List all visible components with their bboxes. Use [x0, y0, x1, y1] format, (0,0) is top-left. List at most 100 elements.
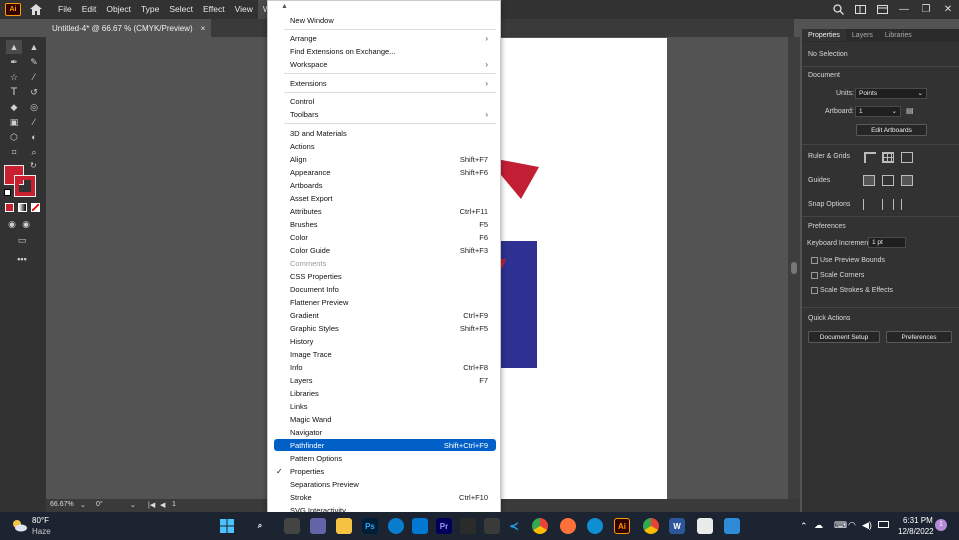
chrome-icon[interactable]	[532, 518, 548, 534]
snap-to-point-icon[interactable]	[863, 199, 875, 210]
search-icon[interactable]	[827, 0, 849, 19]
windows-start-icon[interactable]	[219, 518, 235, 534]
zoom-level[interactable]: 66.67%	[50, 501, 74, 508]
menu-item-align[interactable]: Align Shift+F7	[274, 153, 496, 165]
menu-item-links[interactable]: Links	[274, 400, 496, 412]
menu-view[interactable]: View	[230, 0, 258, 19]
scroll-up-icon[interactable]: ▲	[281, 3, 288, 10]
wifi-icon[interactable]: ◠	[848, 520, 856, 531]
photoshop-icon[interactable]: Ps	[362, 518, 378, 534]
star-tool-icon[interactable]: ☆	[6, 70, 22, 84]
weather-desc[interactable]: Haze	[32, 527, 51, 536]
free-transform-tool-icon[interactable]: ▣	[6, 115, 22, 129]
zoom-tool-icon[interactable]: ⌕	[26, 145, 42, 159]
show-guides-icon[interactable]	[863, 175, 875, 186]
grid-icon[interactable]	[882, 152, 894, 163]
blend-tool-icon[interactable]: ◐	[26, 130, 42, 144]
eraser-tool-icon[interactable]: ◆	[6, 100, 22, 114]
default-colors-icon[interactable]	[4, 189, 11, 196]
edge-icon[interactable]	[388, 518, 404, 534]
menu-item-new-window[interactable]: New Window	[274, 14, 496, 26]
search-icon[interactable]: ⌕	[252, 518, 268, 534]
rotate-tool-icon[interactable]: ↺	[26, 85, 42, 99]
tab-layers[interactable]: Layers	[846, 29, 879, 41]
edit-artboards-button[interactable]: Edit Artboards	[856, 124, 927, 136]
menu-select[interactable]: Select	[164, 0, 198, 19]
type-tool-icon[interactable]: T	[6, 85, 22, 99]
zoom-dropdown-icon[interactable]: ⌄	[80, 501, 86, 509]
menu-item-color[interactable]: Color F6	[274, 231, 496, 243]
file-explorer-icon[interactable]	[336, 518, 352, 534]
workspace-icon[interactable]	[871, 0, 893, 19]
shape-builder-tool-icon[interactable]: ⬡	[6, 130, 22, 144]
snap-to-pixel-icon[interactable]	[882, 199, 894, 210]
menu-item-pattern-options[interactable]: Pattern Options	[274, 452, 496, 464]
artboard-dropdown[interactable]: 1 ⌄	[855, 106, 901, 117]
restore-icon[interactable]: ❐	[915, 0, 937, 19]
menu-item-flattener-preview[interactable]: Flattener Preview	[274, 296, 496, 308]
menu-effect[interactable]: Effect	[198, 0, 230, 19]
menu-item-gradient[interactable]: Gradient Ctrl+F9	[274, 309, 496, 321]
more-tools-icon[interactable]: •••	[14, 252, 30, 266]
units-dropdown[interactable]: Points ⌄	[855, 88, 927, 99]
gradient-mode-icon[interactable]	[18, 203, 27, 212]
transparency-grid-icon[interactable]	[901, 152, 913, 163]
premiere-icon[interactable]: Pr	[436, 518, 452, 534]
direct-selection-tool-icon[interactable]: ▲	[26, 40, 42, 54]
scale-corners-checkbox[interactable]	[811, 272, 818, 279]
menu-item-workspace[interactable]: Workspace ›	[274, 58, 496, 70]
volume-icon[interactable]: ◀)	[862, 520, 872, 531]
vertical-scrollbar[interactable]	[788, 37, 800, 499]
menu-item-appearance[interactable]: Appearance Shift+F6	[274, 166, 496, 178]
close-icon[interactable]: ✕	[937, 0, 959, 19]
pen-tool-icon[interactable]: ✒	[6, 55, 22, 69]
menu-item-history[interactable]: History	[274, 335, 496, 347]
use-preview-bounds-checkbox[interactable]	[811, 257, 818, 264]
tab-libraries[interactable]: Libraries	[879, 29, 918, 41]
menu-item-extensions[interactable]: Extensions ›	[274, 77, 496, 89]
language-icon[interactable]: ⌨	[834, 520, 847, 531]
menu-type[interactable]: Type	[136, 0, 164, 19]
mail-icon[interactable]	[412, 518, 428, 534]
keyboard-increment-input[interactable]: 1 pt	[868, 237, 906, 248]
close-tab-icon[interactable]: ×	[201, 24, 206, 33]
rotation-dropdown-icon[interactable]: ⌄	[130, 501, 136, 509]
battery-icon[interactable]	[878, 521, 889, 528]
menu-item-document-info[interactable]: Document Info	[274, 283, 496, 295]
minimize-icon[interactable]: —	[893, 0, 915, 19]
scale-strokes-checkbox[interactable]	[811, 287, 818, 294]
ruler-icon[interactable]	[864, 152, 876, 163]
onedrive-icon[interactable]: ☁	[814, 520, 823, 531]
artboard-tool-icon[interactable]: ⌗	[6, 145, 22, 159]
store-icon[interactable]	[484, 518, 500, 534]
weather-icon[interactable]	[10, 518, 28, 532]
chrome-profile-icon[interactable]	[643, 518, 659, 534]
document-setup-button[interactable]: Document Setup	[808, 331, 880, 343]
menu-item-stroke[interactable]: Stroke Ctrl+F10	[274, 491, 496, 503]
task-view-icon[interactable]	[284, 518, 300, 534]
menu-item-layers[interactable]: Layers F7	[274, 374, 496, 386]
menu-item-separations-preview[interactable]: Separations Preview	[274, 478, 496, 490]
prev-artboard-icon[interactable]: ◀	[160, 501, 165, 509]
none-mode-icon[interactable]	[31, 203, 40, 212]
snipping-tool-icon[interactable]	[697, 518, 713, 534]
warp-tool-icon[interactable]: ◎	[26, 100, 42, 114]
menu-item-graphic-styles[interactable]: Graphic Styles Shift+F5	[274, 322, 496, 334]
word-icon[interactable]: W	[669, 518, 685, 534]
stroke-swatch[interactable]	[14, 175, 36, 197]
menu-item-toolbars[interactable]: Toolbars ›	[274, 108, 496, 120]
scroll-thumb[interactable]	[791, 262, 797, 274]
terminal-icon[interactable]	[460, 518, 476, 534]
color-mode-icon[interactable]	[5, 203, 14, 212]
illustrator-logo[interactable]: Ai	[5, 3, 21, 16]
tab-properties[interactable]: Properties	[802, 29, 846, 41]
clock-time[interactable]: 6:31 PM	[903, 516, 933, 525]
screen-mode-icon[interactable]: ▭	[14, 233, 30, 247]
menu-item-properties[interactable]: ✓ Properties	[274, 465, 496, 477]
menu-item-3d-and-materials[interactable]: 3D and Materials	[274, 127, 496, 139]
edge-browser-icon[interactable]	[587, 518, 603, 534]
first-artboard-icon[interactable]: |◀	[148, 501, 155, 509]
weather-temp[interactable]: 80°F	[32, 516, 49, 525]
curvature-tool-icon[interactable]: ✎	[26, 55, 42, 69]
menu-item-css-properties[interactable]: CSS Properties	[274, 270, 496, 282]
